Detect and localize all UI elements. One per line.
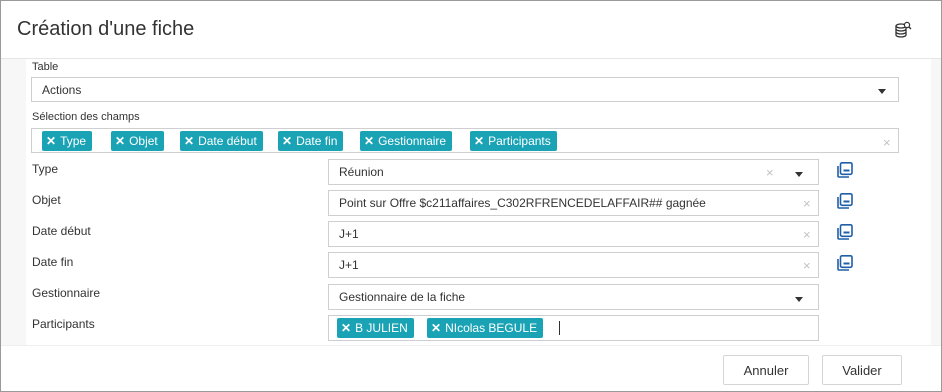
clear-icon[interactable]: ×: [803, 197, 811, 210]
date-fin-value: J+1: [339, 258, 359, 272]
copy-icon[interactable]: [837, 162, 853, 178]
remove-icon[interactable]: ✕: [341, 321, 351, 335]
dialog-footer: Annuler Valider: [1, 345, 941, 391]
field-tag-label: Date fin: [296, 134, 338, 148]
dialog-title: Création d'une fiche: [17, 18, 195, 40]
remove-icon[interactable]: ✕: [474, 134, 484, 148]
form-panel: Table Actions Sélection des champs ✕ Type…: [26, 59, 931, 345]
copy-icon[interactable]: [837, 224, 853, 240]
type-label: Type: [32, 162, 59, 176]
type-select-value: Réunion: [339, 165, 384, 179]
submit-button[interactable]: Valider: [822, 355, 902, 385]
clear-icon[interactable]: ×: [766, 166, 774, 179]
participant-tag-label: B JULIEN: [355, 321, 408, 335]
gestionnaire-select[interactable]: Gestionnaire de la fiche: [328, 284, 819, 310]
remove-icon[interactable]: ✕: [115, 134, 125, 148]
remove-icon[interactable]: ✕: [282, 134, 292, 148]
cancel-button[interactable]: Annuler: [723, 355, 809, 385]
copy-icon[interactable]: [837, 193, 853, 209]
participants-label: Participants: [32, 317, 95, 331]
database-search-icon[interactable]: [894, 21, 912, 39]
field-tag-label: Date début: [198, 134, 257, 148]
participant-tag-label: NIcolas BEGULE: [445, 321, 538, 335]
field-tag-label: Type: [60, 134, 87, 148]
table-label: Table: [32, 61, 59, 73]
create-record-dialog: Création d'une fiche Table Actions Sélec…: [0, 0, 942, 392]
field-tag-label: Gestionnaire: [378, 134, 447, 148]
remove-icon[interactable]: ✕: [46, 134, 56, 148]
dialog-body: Table Actions Sélection des champs ✕ Type…: [1, 59, 941, 345]
copy-icon[interactable]: [837, 255, 853, 271]
dialog-header: Création d'une fiche: [1, 1, 941, 59]
chevron-down-icon: [795, 172, 803, 177]
clear-icon[interactable]: ×: [803, 228, 811, 241]
participant-tag[interactable]: ✕ B JULIEN: [337, 318, 414, 338]
field-tag-date-debut[interactable]: ✕ Date début: [180, 131, 263, 151]
date-debut-label: Date début: [32, 224, 91, 238]
remove-icon[interactable]: ✕: [184, 134, 194, 148]
gestionnaire-label: Gestionnaire: [32, 286, 101, 300]
field-tag-participants[interactable]: ✕ Participants: [470, 131, 557, 151]
gestionnaire-select-value: Gestionnaire de la fiche: [339, 290, 466, 304]
clear-icon[interactable]: ×: [883, 136, 891, 149]
objet-label: Objet: [32, 193, 61, 207]
fields-selection-label: Sélection des champs: [32, 111, 140, 123]
field-tag-label: Objet: [129, 134, 158, 148]
field-tag-label: Participants: [488, 134, 551, 148]
clear-icon[interactable]: ×: [803, 259, 811, 272]
participants-multiselect[interactable]: ✕ B JULIEN ✕ NIcolas BEGULE: [328, 315, 819, 341]
table-select[interactable]: Actions: [31, 77, 899, 102]
field-tag-type[interactable]: ✕ Type: [42, 131, 93, 151]
date-fin-label: Date fin: [32, 255, 74, 269]
objet-input[interactable]: Point sur Offre $c211affaires_C302RFRENC…: [328, 190, 819, 216]
chevron-down-icon: [878, 89, 886, 94]
text-cursor: [559, 321, 560, 335]
date-debut-value: J+1: [339, 227, 359, 241]
date-debut-input[interactable]: J+1 ×: [328, 221, 819, 247]
remove-icon[interactable]: ✕: [431, 321, 441, 335]
date-fin-input[interactable]: J+1 ×: [328, 252, 819, 278]
type-select[interactable]: Réunion ×: [328, 159, 819, 185]
chevron-down-icon: [795, 297, 803, 302]
remove-icon[interactable]: ✕: [364, 134, 374, 148]
field-tag-gestionnaire[interactable]: ✕ Gestionnaire: [360, 131, 453, 151]
fields-multiselect[interactable]: ✕ Type ✕ Objet ✕ Date début ✕ Date fin ✕ Gest…: [31, 128, 899, 153]
table-select-value: Actions: [42, 82, 82, 97]
participant-tag[interactable]: ✕ NIcolas BEGULE: [427, 318, 544, 338]
objet-input-value: Point sur Offre $c211affaires_C302RFRENC…: [339, 196, 706, 210]
field-tag-date-fin[interactable]: ✕ Date fin: [278, 131, 344, 151]
field-tag-objet[interactable]: ✕ Objet: [111, 131, 164, 151]
